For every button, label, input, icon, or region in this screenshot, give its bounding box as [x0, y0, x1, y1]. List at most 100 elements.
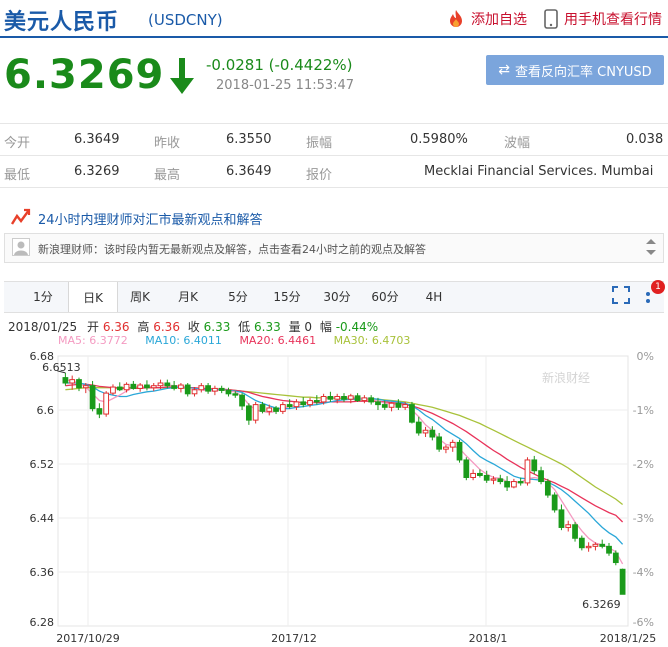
- y-tick-label: 6.36: [30, 566, 55, 579]
- candle-body: [517, 481, 524, 484]
- candle-body: [381, 404, 388, 408]
- y-tick-label: 6.44: [30, 512, 55, 525]
- candle-body: [565, 524, 572, 528]
- candle-body: [184, 384, 191, 395]
- page-title: 美元人民币: [4, 10, 120, 35]
- stat-label-prev-close: 昨收: [154, 136, 181, 151]
- trend-icon: [10, 208, 31, 225]
- x-tick-label: 2017/10/29: [56, 632, 119, 645]
- candle-body: [150, 385, 157, 389]
- watermark-text: 新浪财经: [542, 370, 590, 385]
- info-open: 6.36: [102, 320, 130, 334]
- candle-body: [144, 384, 150, 389]
- candle-body: [313, 400, 320, 403]
- phone-icon: [544, 9, 558, 29]
- ma5-legend: MA5: 6.3772: [58, 334, 128, 347]
- candle-body: [551, 494, 558, 511]
- price-change: -0.0281 (-0.4422%): [206, 56, 353, 74]
- candle-body: [300, 401, 307, 406]
- candle-body: [375, 401, 381, 406]
- tab-30min[interactable]: 30分: [316, 282, 358, 311]
- stat-label-high: 最高: [154, 168, 181, 183]
- candle-body: [327, 396, 334, 400]
- info-close-label: 收: [187, 320, 200, 334]
- candle-body: [62, 377, 69, 384]
- candle-body: [225, 389, 232, 395]
- tab-1min[interactable]: 1分: [24, 282, 62, 311]
- candle-body: [531, 459, 538, 472]
- qa-expand-button[interactable]: [644, 239, 658, 255]
- pct-tick-label: -1%: [633, 404, 654, 417]
- info-low-label: 低: [238, 320, 251, 334]
- candle-body: [286, 404, 293, 408]
- add-watchlist-link[interactable]: 添加自选: [446, 9, 527, 29]
- info-close: 6.33: [203, 320, 231, 334]
- candle-body: [422, 429, 429, 434]
- notification-badge[interactable]: 1: [651, 280, 665, 294]
- fullscreen-icon[interactable]: [612, 286, 630, 304]
- avatar-icon: [12, 238, 30, 256]
- candle-body: [449, 441, 456, 448]
- mobile-view-link[interactable]: 用手机查看行情: [544, 9, 662, 29]
- candle-body: [273, 407, 279, 412]
- candle-body: [585, 545, 592, 549]
- stats-row-2: 最低 6.3269 最高 6.3649 报价 Mecklai Financial…: [0, 155, 668, 188]
- advisor-qa-message[interactable]: 新浪理财师：该时段内暂无最新观点及解答，点击查看24小时之前的观点及解答: [38, 241, 426, 257]
- tab-weekly-k[interactable]: 周K: [120, 282, 160, 311]
- tab-60min[interactable]: 60分: [364, 282, 406, 311]
- candle-body: [524, 459, 531, 484]
- mobile-view-label: 用手机查看行情: [564, 12, 662, 28]
- candle-body: [212, 387, 218, 392]
- tab-daily-k[interactable]: 日K: [68, 282, 118, 312]
- candle-body: [470, 472, 476, 478]
- candle-body: [544, 481, 551, 496]
- tab-5min[interactable]: 5分: [220, 282, 256, 311]
- candle-body: [490, 478, 497, 481]
- kline-chart[interactable]: 6.68 0%6.6 -1%6.52 -2%6.44 -3%6.36 -4%6.28 -6%…: [0, 348, 668, 647]
- pct-tick-label: -4%: [633, 566, 654, 579]
- candle-body: [245, 405, 252, 421]
- candle-body: [205, 385, 211, 392]
- stat-value-high: 6.3649: [226, 164, 272, 179]
- stat-value-prev-close: 6.3550: [226, 132, 272, 147]
- candle-body: [368, 397, 375, 403]
- candle-body: [341, 396, 347, 400]
- advisor-qa-link[interactable]: 24小时内理财师对汇市最新观点和解答: [10, 208, 263, 228]
- candle-body: [279, 404, 286, 412]
- last-price-label: 6.3269: [582, 598, 621, 611]
- candle-body: [395, 402, 402, 408]
- candle-body: [157, 382, 164, 387]
- advisor-qa-title: 24小时内理财师对汇市最新观点和解答: [38, 212, 263, 228]
- candle-body: [110, 386, 116, 394]
- header-divider: [0, 36, 668, 38]
- info-volume: 0: [304, 320, 313, 334]
- candle-body: [497, 478, 504, 483]
- reverse-rate-button[interactable]: ⇄ 查看反向汇率 CNYUSD: [486, 55, 664, 85]
- candle-body: [388, 402, 395, 408]
- candle-body: [89, 385, 96, 410]
- tab-4h[interactable]: 4H: [416, 282, 452, 311]
- candle-body: [558, 509, 565, 528]
- candle-body: [429, 429, 436, 438]
- candle-body: [619, 568, 626, 595]
- x-tick-label: 2017/12: [271, 632, 317, 645]
- candle-body: [477, 472, 483, 476]
- tab-monthly-k[interactable]: 月K: [168, 282, 208, 311]
- candle-body: [320, 396, 327, 403]
- stat-label-open: 今开: [4, 136, 31, 151]
- candle-body: [483, 474, 490, 481]
- stat-value-open: 6.3649: [74, 132, 120, 147]
- ma-legend: MA5: 6.3772 MA10: 6.4011 MA20: 6.4461 MA…: [58, 334, 410, 347]
- current-price: 6.3269: [4, 52, 165, 98]
- candle-body: [103, 392, 110, 415]
- stat-label-amplitude: 振幅: [306, 136, 333, 151]
- tab-15min[interactable]: 15分: [266, 282, 308, 311]
- quote-timestamp: 2018-01-25 11:53:47: [216, 78, 355, 93]
- candle-body: [116, 386, 123, 391]
- y-tick-label: 6.28: [30, 616, 55, 629]
- candle-body: [443, 446, 449, 450]
- candle-body: [538, 470, 544, 483]
- candle-body: [307, 400, 313, 406]
- y-tick-label: 6.52: [30, 458, 55, 471]
- flame-icon: [450, 10, 462, 27]
